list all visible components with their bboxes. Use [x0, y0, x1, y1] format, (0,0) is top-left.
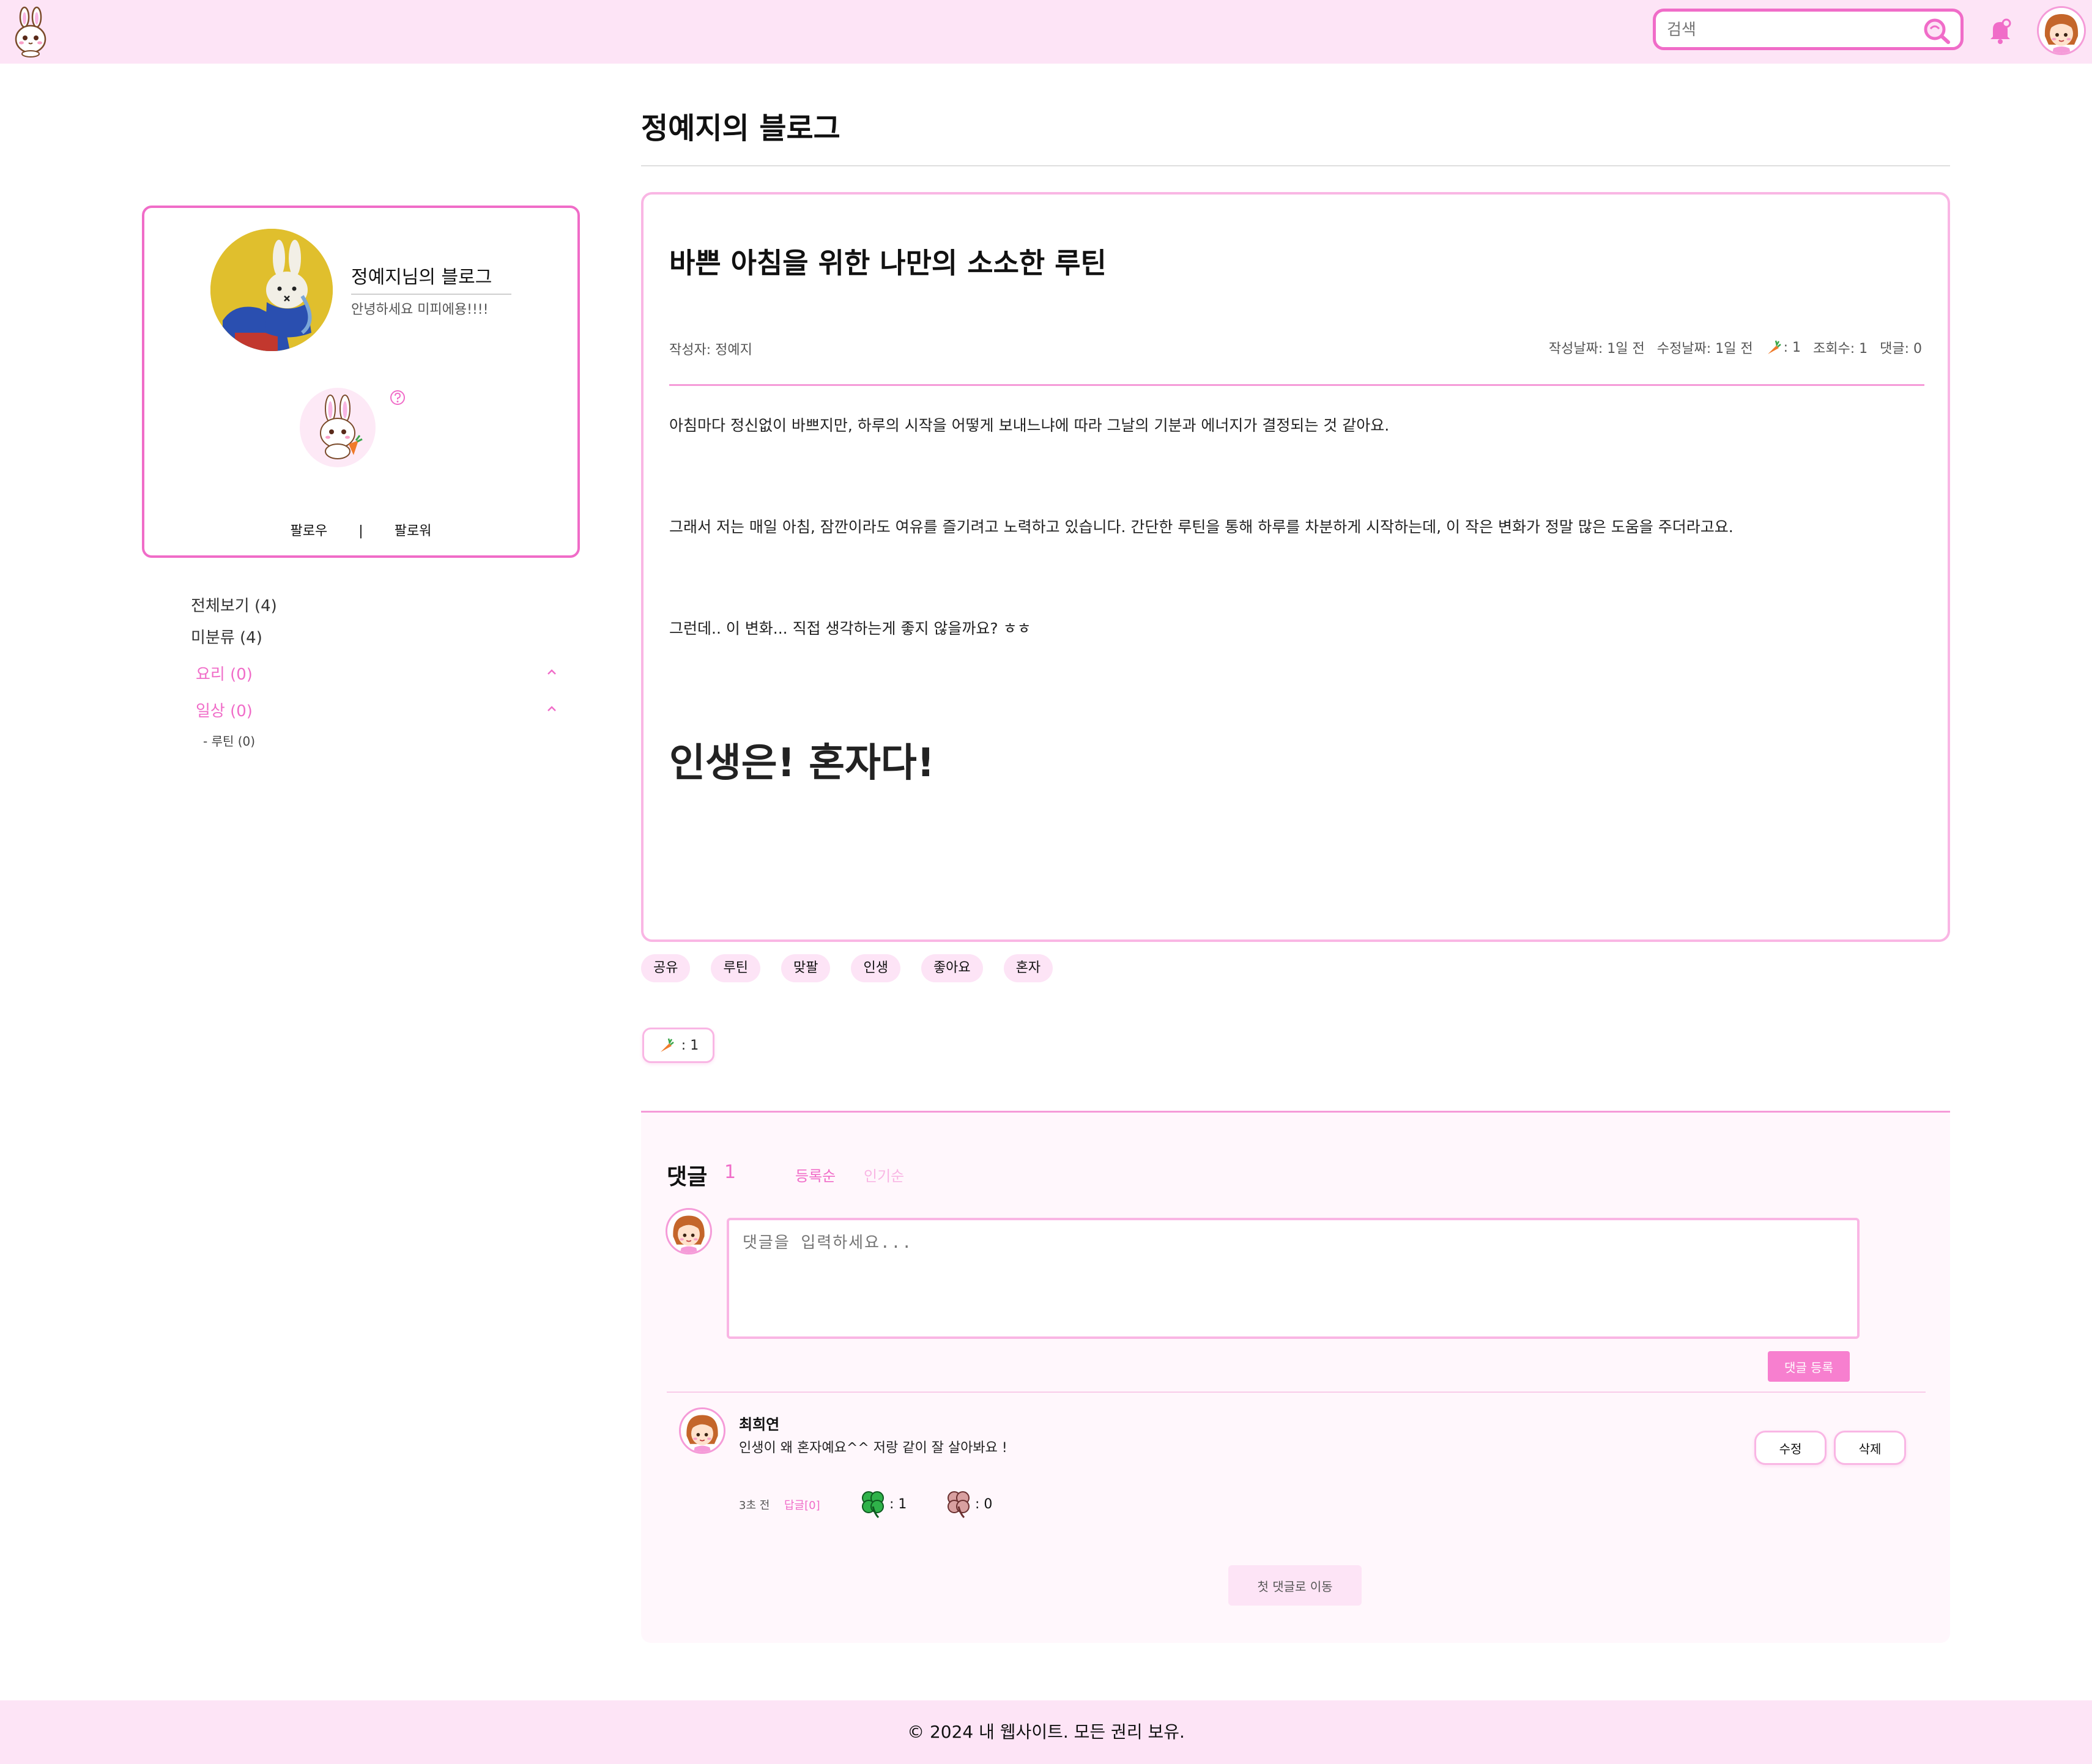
comment-count: 1 — [724, 1162, 736, 1183]
comment-title: 댓글 — [667, 1165, 708, 1190]
commenter-avatar — [666, 1208, 712, 1254]
bell-icon[interactable] — [1988, 17, 2012, 44]
tag-chip[interactable]: 맞팔 — [781, 954, 831, 982]
post-comment-count: 댓글: 0 — [1880, 341, 1922, 357]
post-paragraph: 아침마다 정신없이 바쁘지만, 하루의 시작을 어떻게 보내느냐에 따라 그날의… — [669, 417, 1390, 434]
post-views: 조회수: 1 — [1812, 341, 1868, 357]
post-author: 작성자: 정예지 — [669, 343, 752, 358]
tag-chip[interactable]: 인생 — [851, 954, 900, 982]
tag-chip[interactable]: 혼자 — [1003, 954, 1053, 982]
carrot-icon — [660, 1038, 674, 1052]
blog-name: 정예지님의 블로그 — [351, 262, 511, 295]
comment-divider — [667, 1392, 1926, 1393]
post-title: 바쁜 아침을 위한 나만의 소소한 루틴 — [669, 246, 1107, 280]
top-header — [0, 0, 2092, 64]
delete-comment-button[interactable]: 삭제 — [1834, 1431, 1906, 1465]
tag-chip[interactable]: 공유 — [641, 954, 691, 982]
miffy-photo-icon — [210, 229, 333, 351]
category-all[interactable]: 전체보기 (4) — [191, 593, 277, 616]
post-modified: 수정날짜: 1일 전 — [1656, 341, 1753, 357]
help-icon[interactable] — [389, 389, 406, 406]
post-created: 작성날짜: 1일 전 — [1548, 341, 1645, 357]
title-divider — [641, 165, 1950, 166]
tag-chip[interactable]: 루틴 — [711, 954, 760, 982]
comment-author: 최희연 — [739, 1416, 780, 1433]
category-uncategorized[interactable]: 미분류 (4) — [191, 625, 262, 648]
like-count: : 1 — [889, 1497, 907, 1512]
follower-link[interactable]: 팔로워 — [395, 524, 432, 539]
girl-avatar-icon — [681, 1409, 724, 1452]
post-meta: 작성날짜: 1일 전 수정날짜: 1일 전 : 1 조회수: 1 댓글: 0 — [1549, 338, 1922, 357]
reply-link[interactable]: 답글[0] — [784, 1497, 820, 1513]
user-avatar[interactable] — [2037, 6, 2086, 55]
comment-text: 인생이 왜 혼자예요^^ 저랑 같이 잘 살아봐요 ! — [739, 1440, 1007, 1456]
clover-dislike-icon[interactable] — [943, 1488, 974, 1519]
like-count: : 1 — [681, 1037, 699, 1053]
post-heading: 인생은! 혼자다! — [669, 741, 935, 786]
follow-divider: | — [358, 524, 363, 539]
post-paragraph: 그래서 저는 매일 아침, 잠깐이라도 여유를 즐기려고 노력하고 있습니다. … — [669, 518, 1734, 536]
carrot-like-button[interactable]: : 1 — [642, 1028, 714, 1063]
post-divider — [669, 384, 1924, 386]
comment-time: 3초 전 — [739, 1499, 770, 1512]
girl-avatar-icon — [667, 1210, 710, 1253]
bunny-logo-icon[interactable] — [12, 6, 49, 57]
post-paragraph: 그런데.. 이 변화... 직접 생각하는게 좋지 않을까요? ㅎㅎ — [669, 620, 1031, 637]
clover-like-icon[interactable] — [858, 1488, 888, 1519]
dislike-count: : 0 — [975, 1497, 993, 1512]
level-badge — [300, 388, 376, 467]
blog-intro: 안녕하세요 미피에용!!!! — [351, 302, 489, 317]
comment-author-avatar — [679, 1407, 725, 1454]
sort-recent-button[interactable]: 등록순 — [795, 1164, 836, 1185]
comment-input[interactable] — [727, 1218, 1860, 1339]
profile-card: 정예지님의 블로그 안녕하세요 미피에용!!!! 팔로우 | 팔로워 — [142, 206, 580, 558]
follow-link[interactable]: 팔로우 — [291, 524, 328, 539]
search-box[interactable] — [1653, 9, 1964, 50]
post-carrots: : 1 — [1765, 339, 1801, 355]
category-daily[interactable]: 일상 (0) — [196, 699, 253, 721]
footer-text: © 2024 내 웹사이트. 모든 권리 보유. — [907, 1722, 1185, 1742]
tag-chip[interactable]: 좋아요 — [921, 954, 983, 982]
chevron-up-icon[interactable] — [546, 668, 558, 676]
page-title: 정예지의 블로그 — [641, 111, 840, 146]
search-input[interactable] — [1667, 18, 1899, 42]
comment-section: 댓글 1 등록순 인기순 댓글 등록 — [641, 1111, 1950, 1643]
post-card: 바쁜 아침을 위한 나만의 소소한 루틴 작성자: 정예지 작성날짜: 1일 전… — [641, 192, 1950, 942]
category-cooking[interactable]: 요리 (0) — [196, 662, 253, 684]
girl-avatar-icon — [2039, 8, 2084, 53]
comment-submit-button[interactable]: 댓글 등록 — [1768, 1351, 1850, 1382]
edit-comment-button[interactable]: 수정 — [1754, 1431, 1827, 1465]
follow-row: 팔로우 | 팔로워 — [144, 520, 577, 539]
tag-list: 공유 루틴 맞팔 인생 좋아요 혼자 — [641, 954, 1053, 982]
post-carrot-count: : 1 — [1783, 339, 1801, 355]
footer: © 2024 내 웹사이트. 모든 권리 보유. — [0, 1700, 2092, 1764]
bunny-carrot-icon — [320, 395, 363, 459]
sort-popular-button[interactable]: 인기순 — [864, 1164, 904, 1185]
profile-picture — [210, 229, 333, 351]
search-icon[interactable] — [1921, 17, 1952, 45]
category-routine[interactable]: - 루틴 (0) — [203, 732, 255, 749]
chevron-up-icon[interactable] — [546, 705, 558, 713]
first-comment-button[interactable]: 첫 댓글로 이동 — [1228, 1565, 1362, 1606]
carrot-icon — [1767, 340, 1781, 354]
